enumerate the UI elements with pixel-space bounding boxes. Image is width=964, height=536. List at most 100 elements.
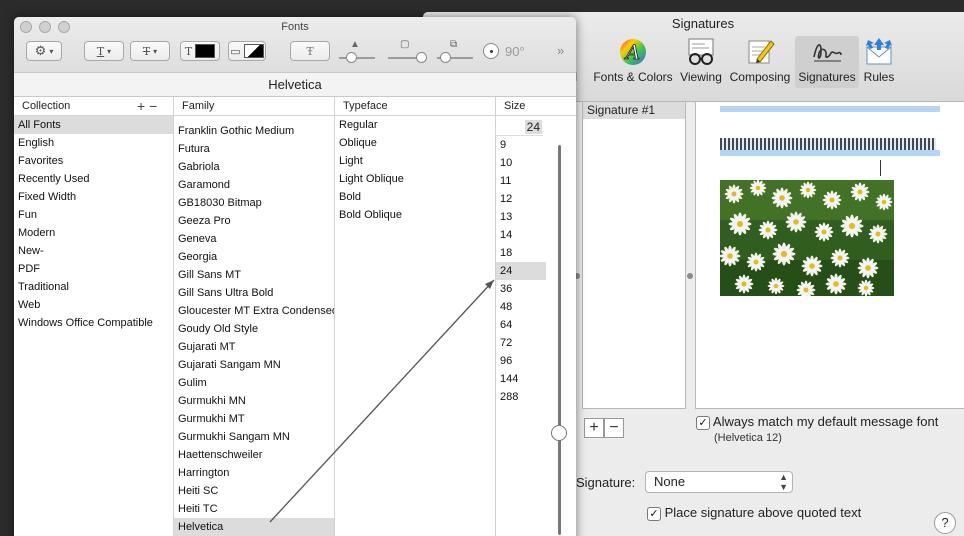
collection-item[interactable]: Recently Used bbox=[14, 170, 173, 188]
family-item[interactable]: Haettenschweiler bbox=[174, 446, 334, 464]
collection-item[interactable]: Windows Office Compatible bbox=[14, 314, 173, 332]
family-item[interactable]: Heiti TC bbox=[174, 500, 334, 518]
toolbar-signatures-label: Signatures bbox=[798, 70, 856, 84]
shadow-opacity-knob[interactable] bbox=[346, 52, 357, 63]
toolbar-composing[interactable]: Composing bbox=[727, 36, 793, 88]
family-item[interactable]: Helvetica bbox=[174, 518, 334, 536]
typeface-item[interactable]: Regular bbox=[335, 116, 495, 134]
size-item[interactable]: 144 bbox=[496, 370, 546, 388]
size-item[interactable]: 13 bbox=[496, 208, 546, 226]
family-item[interactable]: Harrington bbox=[174, 464, 334, 482]
family-item[interactable]: Gulim bbox=[174, 374, 334, 392]
shadow-offset-knob[interactable] bbox=[440, 52, 451, 63]
family-item[interactable]: Gabriola bbox=[174, 158, 334, 176]
family-item[interactable]: Gurmukhi MT bbox=[174, 410, 334, 428]
add-collection-button[interactable]: + bbox=[137, 98, 145, 114]
collection-item[interactable]: All Fonts bbox=[14, 116, 173, 134]
family-item[interactable]: Franklin Gothic Medium bbox=[174, 122, 334, 140]
size-item[interactable]: 64 bbox=[496, 316, 546, 334]
help-button[interactable]: ? bbox=[934, 512, 956, 534]
toolbar-rules[interactable]: Rules bbox=[861, 36, 897, 88]
add-signature-button[interactable]: + bbox=[584, 418, 604, 438]
right-splitter-handle[interactable] bbox=[687, 273, 693, 279]
place-above-quoted-checkbox[interactable]: ✓ Place signature above quoted text bbox=[647, 505, 861, 521]
size-input[interactable]: 24 bbox=[495, 118, 543, 136]
family-item[interactable]: Gill Sans Ultra Bold bbox=[174, 284, 334, 302]
collection-item[interactable]: Favorites bbox=[14, 152, 173, 170]
family-item[interactable]: Heiti SC bbox=[174, 482, 334, 500]
shadow-opacity-track[interactable] bbox=[339, 57, 375, 59]
collection-item[interactable]: Fixed Width bbox=[14, 188, 173, 206]
signature-select[interactable]: None ▲ ▼ bbox=[645, 471, 793, 493]
family-item[interactable]: Goudy Old Style bbox=[174, 320, 334, 338]
size-item[interactable]: 11 bbox=[496, 172, 546, 190]
text-color-button[interactable]: T bbox=[180, 41, 220, 61]
size-item[interactable]: 36 bbox=[496, 280, 546, 298]
shadow-angle-dial[interactable] bbox=[483, 43, 499, 59]
family-item[interactable]: Georgia bbox=[174, 248, 334, 266]
collection-item[interactable]: Modern bbox=[14, 224, 173, 242]
size-item[interactable]: 10 bbox=[496, 154, 546, 172]
more-chevron-icon[interactable]: » bbox=[557, 43, 564, 58]
toolbar-viewing-label: Viewing bbox=[680, 70, 722, 84]
size-item[interactable]: 18 bbox=[496, 244, 546, 262]
remove-signature-button[interactable]: − bbox=[604, 418, 624, 438]
collection-item[interactable]: New- bbox=[14, 242, 173, 260]
size-item[interactable]: 288 bbox=[496, 388, 546, 406]
shadow-blur-knob[interactable] bbox=[416, 52, 427, 63]
family-item[interactable]: Geneva bbox=[174, 230, 334, 248]
family-item[interactable]: Gujarati Sangam MN bbox=[174, 356, 334, 374]
size-list[interactable]: 9 10 11 12 13 14 18 24 36 48 64 72 96 144 288 bbox=[496, 136, 546, 536]
size-slider-knob[interactable] bbox=[551, 425, 567, 441]
size-item[interactable]: 14 bbox=[496, 226, 546, 244]
signature-preview[interactable] bbox=[695, 101, 964, 409]
family-item[interactable]: Gurmukhi Sangam MN bbox=[174, 428, 334, 446]
check-icon[interactable]: ✓ bbox=[696, 415, 710, 430]
typeface-list[interactable]: Regular Oblique Light Light Oblique Bold Bold… bbox=[335, 116, 496, 536]
family-item[interactable]: Geeza Pro bbox=[174, 212, 334, 230]
shadow-opacity-icon: ▲ bbox=[350, 39, 360, 50]
action-menu-button[interactable]: ⚙ ▾ bbox=[26, 41, 62, 61]
chevron-down-icon: ▾ bbox=[49, 46, 54, 56]
toolbar-fonts-colors[interactable]: A Fonts & Colors bbox=[591, 36, 675, 88]
family-item[interactable]: Gujarati MT bbox=[174, 338, 334, 356]
family-list[interactable]: Franklin Gothic Medium Futura Gabriola Gara… bbox=[174, 116, 335, 536]
collection-item[interactable]: Fun bbox=[14, 206, 173, 224]
check-icon[interactable]: ✓ bbox=[647, 506, 661, 521]
strikethrough-menu-button[interactable]: T ▾ bbox=[130, 41, 170, 61]
family-item[interactable]: Futura bbox=[174, 140, 334, 158]
document-color-button[interactable]: ▭ bbox=[228, 41, 266, 61]
typeface-item[interactable]: Light Oblique bbox=[335, 170, 495, 188]
size-item[interactable]: 72 bbox=[496, 334, 546, 352]
toolbar-signatures[interactable]: Signatures bbox=[795, 36, 859, 88]
family-item[interactable]: Garamond bbox=[174, 176, 334, 194]
fonts-titlebar: Fonts ⚙ ▾ T ▾ T ▾ T ▭ Ŧ ▲ ▢ ⧉ 90° » bbox=[14, 17, 576, 72]
typeface-item[interactable]: Bold bbox=[335, 188, 495, 206]
size-item[interactable]: 12 bbox=[496, 190, 546, 208]
signature-list-item[interactable]: Signature #1 bbox=[583, 102, 685, 119]
family-item[interactable]: GB18030 Bitmap bbox=[174, 194, 334, 212]
always-match-font-checkbox[interactable]: ✓ Always match my default message font bbox=[696, 414, 938, 430]
size-item[interactable]: 24 bbox=[496, 262, 546, 280]
family-item[interactable]: Gloucester MT Extra Condensed bbox=[174, 302, 334, 320]
toolbar-viewing[interactable]: Viewing bbox=[677, 36, 725, 88]
collection-item[interactable]: Traditional bbox=[14, 278, 173, 296]
typeface-item[interactable]: Bold Oblique bbox=[335, 206, 495, 224]
typeface-item[interactable]: Oblique bbox=[335, 134, 495, 152]
text-shadow-button[interactable]: Ŧ bbox=[290, 41, 330, 61]
size-slider-track[interactable] bbox=[558, 145, 561, 535]
underline-menu-button[interactable]: T ▾ bbox=[84, 41, 124, 61]
size-item[interactable]: 9 bbox=[496, 136, 546, 154]
collection-list[interactable]: All Fonts English Favorites Recently Used Fi… bbox=[14, 116, 174, 536]
size-item[interactable]: 96 bbox=[496, 352, 546, 370]
chevron-down-icon: ▾ bbox=[107, 46, 112, 56]
family-item[interactable]: Gill Sans MT bbox=[174, 266, 334, 284]
collection-item[interactable]: PDF bbox=[14, 260, 173, 278]
remove-collection-button[interactable]: − bbox=[149, 98, 157, 114]
typeface-item[interactable]: Light bbox=[335, 152, 495, 170]
collection-item[interactable]: Web bbox=[14, 296, 173, 314]
size-item[interactable]: 48 bbox=[496, 298, 546, 316]
signature-list[interactable]: Signature #1 bbox=[582, 101, 686, 409]
collection-item[interactable]: English bbox=[14, 134, 173, 152]
family-item[interactable]: Gurmukhi MN bbox=[174, 392, 334, 410]
